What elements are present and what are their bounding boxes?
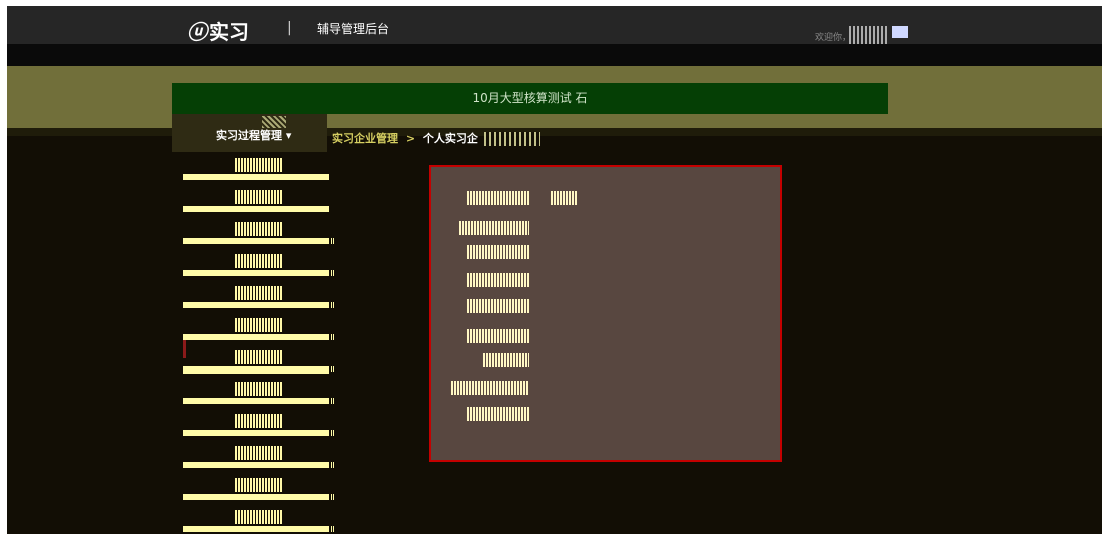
breadcrumb: 实习企业管理 > 个人实习企 [332, 130, 540, 146]
detail-label [467, 329, 529, 343]
sidebar-item-label [235, 414, 283, 428]
sidebar-item-underline [183, 526, 329, 532]
logo-text: 实习 [209, 20, 249, 44]
sidebar-item-tick [331, 462, 335, 468]
sidebar-item-tick [331, 334, 335, 340]
sidebar-item-label [235, 478, 283, 492]
app-window: ⓤ 实习 | 辅导管理后台 欢迎你， 10月大型核算测试 石 实习过程管理 ▾ 实… [7, 6, 1102, 534]
sidebar-item-tick [331, 270, 335, 276]
username-link[interactable] [849, 26, 889, 44]
sidebar-item-4[interactable] [183, 254, 343, 286]
sidebar-item-underline [183, 462, 329, 468]
detail-label [459, 221, 529, 235]
sidebar-item-10[interactable] [183, 446, 343, 478]
sidebar-item-label [235, 446, 283, 460]
nav-strip [7, 44, 1102, 66]
detail-label [467, 299, 529, 313]
detail-value [551, 191, 577, 205]
detail-label [467, 407, 529, 421]
sidebar-item-label [235, 382, 283, 396]
sidebar-item-label [235, 318, 283, 332]
sidebar-item-label [235, 286, 283, 300]
sidebar-item-tick [331, 398, 335, 404]
sidebar-item-5[interactable] [183, 286, 343, 318]
sidebar-item-underline [183, 398, 329, 404]
sidebar-item-underline [183, 430, 329, 436]
sidebar-menu [183, 158, 343, 534]
sidebar-item-6[interactable] [183, 318, 343, 350]
sidebar-item-tick [331, 526, 335, 532]
header-separator: | [287, 20, 292, 36]
sidebar-item-tick [331, 430, 335, 436]
sidebar-item-tick [331, 238, 335, 244]
sidebar-item-7[interactable] [183, 350, 343, 382]
detail-label [451, 381, 529, 395]
sidebar-item-8[interactable] [183, 382, 343, 414]
sidebar-item-1[interactable] [183, 158, 343, 190]
sidebar-item-underline [183, 494, 329, 500]
sidebar-item-label [235, 158, 283, 172]
detail-label [467, 273, 529, 287]
sidebar-item-label [235, 222, 283, 236]
welcome-text: 欢迎你， [815, 33, 852, 43]
sidebar-header[interactable]: 实习过程管理 ▾ [172, 114, 327, 152]
sidebar-item-label [235, 350, 283, 364]
sidebar-item-underline [183, 174, 329, 180]
detail-label [467, 191, 529, 205]
sidebar-item-underline [183, 334, 329, 340]
sidebar-item-tick [331, 494, 335, 500]
sidebar-item-label [235, 254, 283, 268]
sidebar-item-underline [183, 270, 329, 276]
sidebar-item-9[interactable] [183, 414, 343, 446]
detail-panel [429, 165, 782, 462]
sidebar-item-tick [331, 366, 335, 372]
breadcrumb-parent-link[interactable]: 实习企业管理 [332, 132, 398, 145]
sidebar-item-underline [183, 366, 329, 374]
sidebar-item-underline [183, 206, 329, 212]
sidebar-header-label: 实习过程管理 ▾ [216, 129, 292, 142]
avatar[interactable] [892, 26, 908, 38]
sidebar-item-underline [183, 302, 329, 308]
sidebar-item-2[interactable] [183, 190, 343, 222]
detail-label [483, 353, 529, 367]
breadcrumb-separator: > [405, 132, 416, 145]
detail-label [467, 245, 529, 259]
sidebar-item-underline [183, 238, 329, 244]
brand-logo[interactable]: ⓤ 实习 [187, 16, 249, 45]
sidebar-item-3[interactable] [183, 222, 343, 254]
admin-title: 辅导管理后台 [317, 22, 390, 36]
breadcrumb-current: 个人实习企 [422, 132, 478, 145]
breadcrumb-garbled-text [483, 132, 540, 146]
sidebar-item-tick [331, 302, 335, 308]
sidebar-item-12[interactable] [183, 510, 343, 534]
logo-mark-icon: ⓤ [187, 20, 207, 44]
sidebar-item-label [235, 510, 283, 524]
page-title: 10月大型核算测试 石 [172, 83, 888, 114]
sidebar-item-11[interactable] [183, 478, 343, 510]
sidebar-item-label [235, 190, 283, 204]
